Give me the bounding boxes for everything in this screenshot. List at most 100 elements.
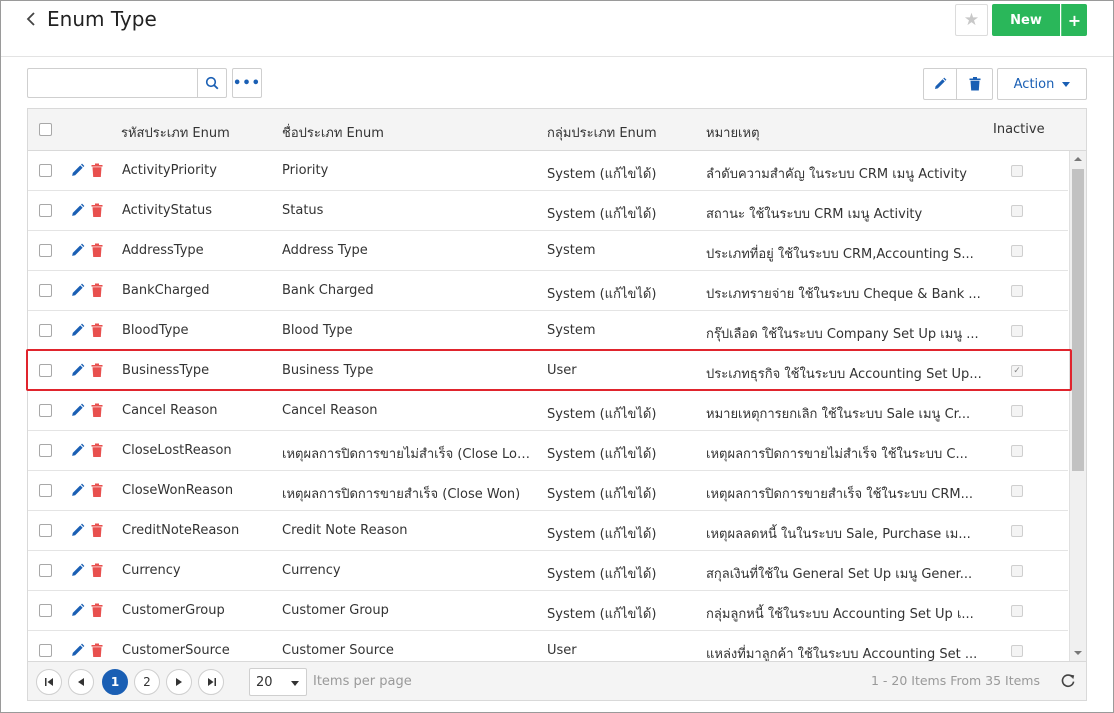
- refresh-icon[interactable]: [1059, 672, 1077, 690]
- trash-icon[interactable]: [91, 363, 105, 379]
- pencil-icon[interactable]: [70, 363, 86, 379]
- action-dropdown[interactable]: Action: [997, 68, 1087, 100]
- star-icon: ★: [963, 10, 980, 30]
- scroll-up-arrow-icon[interactable]: [1070, 151, 1086, 167]
- favorite-button[interactable]: ★: [955, 4, 988, 36]
- column-header-inactive[interactable]: Inactive: [993, 122, 1063, 137]
- pencil-icon[interactable]: [70, 323, 86, 339]
- table-row[interactable]: CustomerSource Customer Source User แหล่…: [28, 631, 1068, 661]
- back-chevron-icon[interactable]: [25, 11, 41, 29]
- table-row[interactable]: BusinessType Business Type User ประเภทธุ…: [28, 351, 1068, 391]
- pencil-icon[interactable]: [70, 443, 86, 459]
- last-page-button[interactable]: [198, 669, 224, 695]
- trash-icon[interactable]: [91, 603, 105, 619]
- table-row[interactable]: BloodType Blood Type System กรุ๊ปเลือด ใ…: [28, 311, 1068, 351]
- cell-group: User: [547, 643, 577, 658]
- pencil-icon[interactable]: [70, 643, 86, 659]
- pencil-icon[interactable]: [70, 483, 86, 499]
- table-row[interactable]: BankCharged Bank Charged System (แก้ไขได…: [28, 271, 1068, 311]
- pencil-icon[interactable]: [70, 603, 86, 619]
- select-all-checkbox[interactable]: [39, 123, 52, 136]
- previous-page-button[interactable]: [68, 669, 94, 695]
- trash-icon[interactable]: [91, 483, 105, 499]
- chevron-down-icon: [1062, 81, 1071, 87]
- column-header-name[interactable]: ชื่อประเภท Enum: [282, 122, 522, 143]
- cell-group: System (แก้ไขได้): [547, 607, 657, 622]
- cell-note: ประเภทรายจ่าย ใช้ในระบบ Cheque & Bank ..…: [706, 287, 981, 302]
- table-row[interactable]: Currency Currency System (แก้ไขได้) สกุล…: [28, 551, 1068, 591]
- cell-note: ลำดับความสำคัญ ในระบบ CRM เมนู Activity: [706, 167, 967, 182]
- search-button[interactable]: [197, 68, 227, 98]
- row-checkbox[interactable]: [39, 444, 52, 457]
- inactive-checkbox: [1011, 605, 1023, 617]
- table-row[interactable]: CloseWonReason เหตุผลการปิดการขายสำเร็จ …: [28, 471, 1068, 511]
- page-button-2[interactable]: 2: [134, 669, 160, 695]
- page-size-select[interactable]: 20: [249, 668, 307, 696]
- cell-note: สกุลเงินที่ใช้ใน General Set Up เมนู Gen…: [706, 567, 973, 582]
- trash-icon[interactable]: [91, 443, 105, 459]
- table-row[interactable]: CloseLostReason เหตุผลการปิดการขายไม่สำเ…: [28, 431, 1068, 471]
- row-checkbox[interactable]: [39, 284, 52, 297]
- pencil-icon[interactable]: [70, 563, 86, 579]
- table-row[interactable]: CreditNoteReason Credit Note Reason Syst…: [28, 511, 1068, 551]
- new-button[interactable]: New: [992, 4, 1060, 36]
- inactive-checkbox: [1011, 565, 1023, 577]
- row-checkbox[interactable]: [39, 244, 52, 257]
- row-checkbox[interactable]: [39, 204, 52, 217]
- trash-icon[interactable]: [91, 243, 105, 259]
- table-row[interactable]: ActivityStatus Status System (แก้ไขได้) …: [28, 191, 1068, 231]
- cell-name: Bank Charged: [282, 283, 374, 298]
- table-row[interactable]: Cancel Reason Cancel Reason System (แก้ไ…: [28, 391, 1068, 431]
- pencil-icon[interactable]: [70, 163, 86, 179]
- table-row[interactable]: AddressType Address Type System ประเภทที…: [28, 231, 1068, 271]
- column-header-group[interactable]: กลุ่มประเภท Enum: [547, 122, 697, 143]
- trash-icon[interactable]: [91, 403, 105, 419]
- pencil-icon[interactable]: [70, 403, 86, 419]
- next-page-button[interactable]: [166, 669, 192, 695]
- more-options-button[interactable]: •••: [232, 68, 262, 98]
- pencil-icon: [935, 77, 947, 89]
- page-size-value: 20: [256, 675, 273, 690]
- previous-page-icon: [78, 678, 84, 686]
- row-checkbox[interactable]: [39, 524, 52, 537]
- column-header-note[interactable]: หมายเหตุ: [706, 122, 826, 143]
- row-checkbox[interactable]: [39, 324, 52, 337]
- pencil-icon[interactable]: [70, 283, 86, 299]
- row-checkbox[interactable]: [39, 564, 52, 577]
- trash-icon[interactable]: [91, 203, 105, 219]
- cell-note: ประเภทธุรกิจ ใช้ในระบบ Accounting Set Up…: [706, 367, 982, 382]
- edit-button[interactable]: [923, 68, 957, 100]
- trash-icon[interactable]: [91, 643, 105, 659]
- trash-icon[interactable]: [91, 323, 105, 339]
- cell-group: System (แก้ไขได้): [547, 287, 657, 302]
- row-checkbox[interactable]: [39, 364, 52, 377]
- search-input[interactable]: [27, 68, 198, 98]
- cell-code: BusinessType: [122, 363, 210, 378]
- cell-name: Currency: [282, 563, 341, 578]
- scroll-down-arrow-icon[interactable]: [1070, 645, 1086, 661]
- trash-icon[interactable]: [91, 163, 105, 179]
- cell-name: Priority: [282, 163, 329, 178]
- row-checkbox[interactable]: [39, 404, 52, 417]
- cell-code: Cancel Reason: [122, 403, 218, 418]
- row-checkbox[interactable]: [39, 644, 52, 657]
- vertical-scrollbar[interactable]: [1069, 151, 1086, 661]
- table-row[interactable]: CustomerGroup Customer Group System (แก้…: [28, 591, 1068, 631]
- row-checkbox[interactable]: [39, 604, 52, 617]
- new-dropdown-button[interactable]: +: [1061, 4, 1087, 36]
- page-button-1[interactable]: 1: [102, 669, 128, 695]
- table-row[interactable]: ActivityPriority Priority System (แก้ไขไ…: [28, 151, 1068, 191]
- row-checkbox[interactable]: [39, 164, 52, 177]
- trash-icon[interactable]: [91, 523, 105, 539]
- pencil-icon[interactable]: [70, 203, 86, 219]
- column-header-code[interactable]: รหัสประเภท Enum: [121, 122, 271, 143]
- delete-button[interactable]: [957, 68, 993, 100]
- trash-icon[interactable]: [91, 563, 105, 579]
- pencil-icon[interactable]: [70, 243, 86, 259]
- trash-icon[interactable]: [91, 283, 105, 299]
- first-page-button[interactable]: [36, 669, 62, 695]
- search-icon: [205, 76, 219, 90]
- scrollbar-thumb[interactable]: [1072, 169, 1084, 471]
- pencil-icon[interactable]: [70, 523, 86, 539]
- row-checkbox[interactable]: [39, 484, 52, 497]
